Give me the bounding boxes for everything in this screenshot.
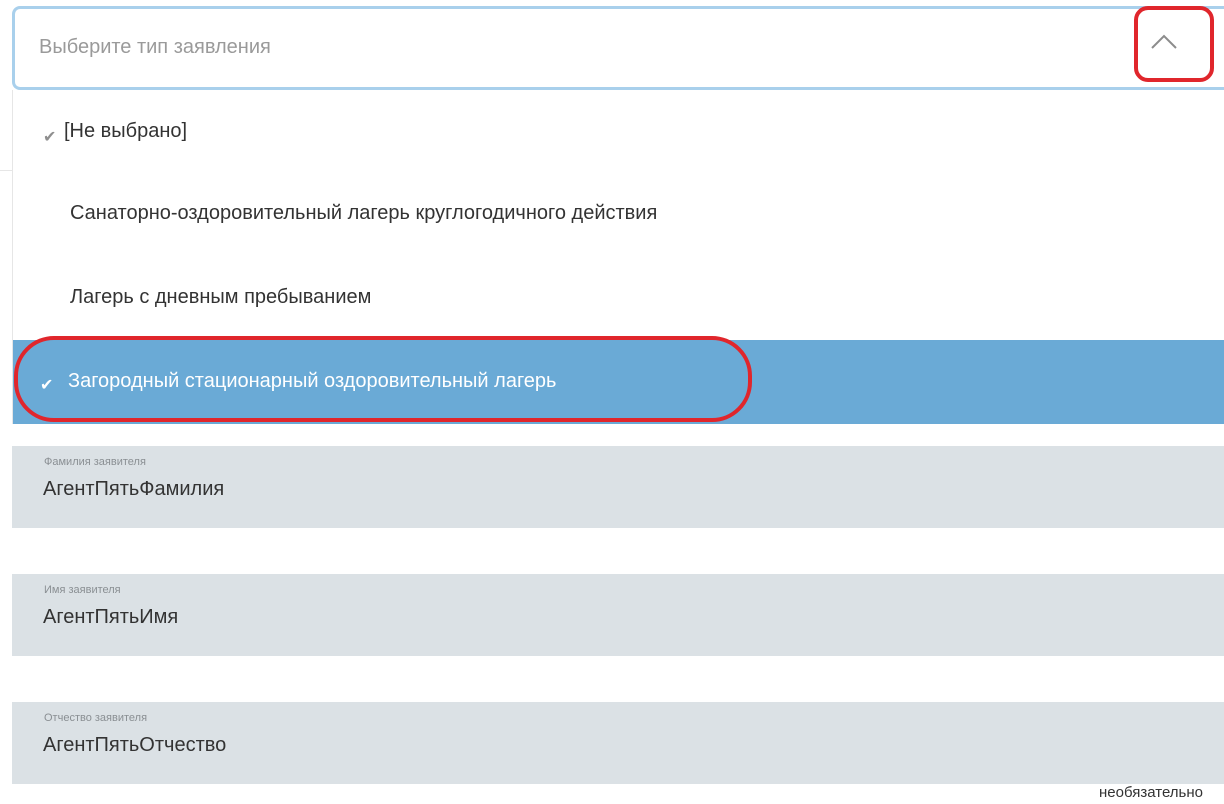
field-label: Фамилия заявителя [44,456,146,468]
first-name-field[interactable]: Имя заявителя АгентПятьИмя [12,574,1224,656]
dropdown-option-day-camp[interactable]: Лагерь с дневным пребыванием [12,258,1224,340]
field-value: АгентПятьФамилия [43,478,225,500]
check-icon: ✔ [40,377,54,394]
dropdown-option-sanatorium-camp[interactable]: Санаторно-оздоровительный лагерь круглог… [12,174,1224,258]
dropdown-toggle-button[interactable] [1124,8,1196,72]
option-label: Лагерь с дневным пребыванием [70,286,372,308]
field-label: Отчество заявителя [44,712,148,724]
field-value: АгентПятьИмя [43,606,179,628]
dropdown-option-country-camp[interactable]: ✔ Загородный стационарный оздоровительны… [12,340,1224,424]
check-icon: ✔ [43,129,57,146]
option-label: Санаторно-оздоровительный лагерь круглог… [70,202,658,224]
field-value: АгентПятьОтчество [43,734,227,756]
dropdown-border [12,90,13,424]
background-divider [0,170,12,171]
patronymic-field[interactable]: Отчество заявителя АгентПятьОтчество [12,702,1224,784]
dropdown-option-not-selected[interactable]: ✔ [Не выбрано] [12,90,1224,174]
select-placeholder: Выберите тип заявления [39,36,271,58]
option-label: Загородный стационарный оздоровительный … [68,370,557,392]
field-label: Имя заявителя [44,584,121,596]
optional-hint: необязательно [1099,784,1203,801]
option-label: [Не выбрано] [64,120,188,142]
chevron-up-icon [1151,34,1177,49]
application-type-select[interactable]: Выберите тип заявления [12,6,1224,90]
dropdown-list: ✔ [Не выбрано] Санаторно-оздоровительный… [12,90,1224,424]
last-name-field[interactable]: Фамилия заявителя АгентПятьФамилия [12,446,1224,528]
